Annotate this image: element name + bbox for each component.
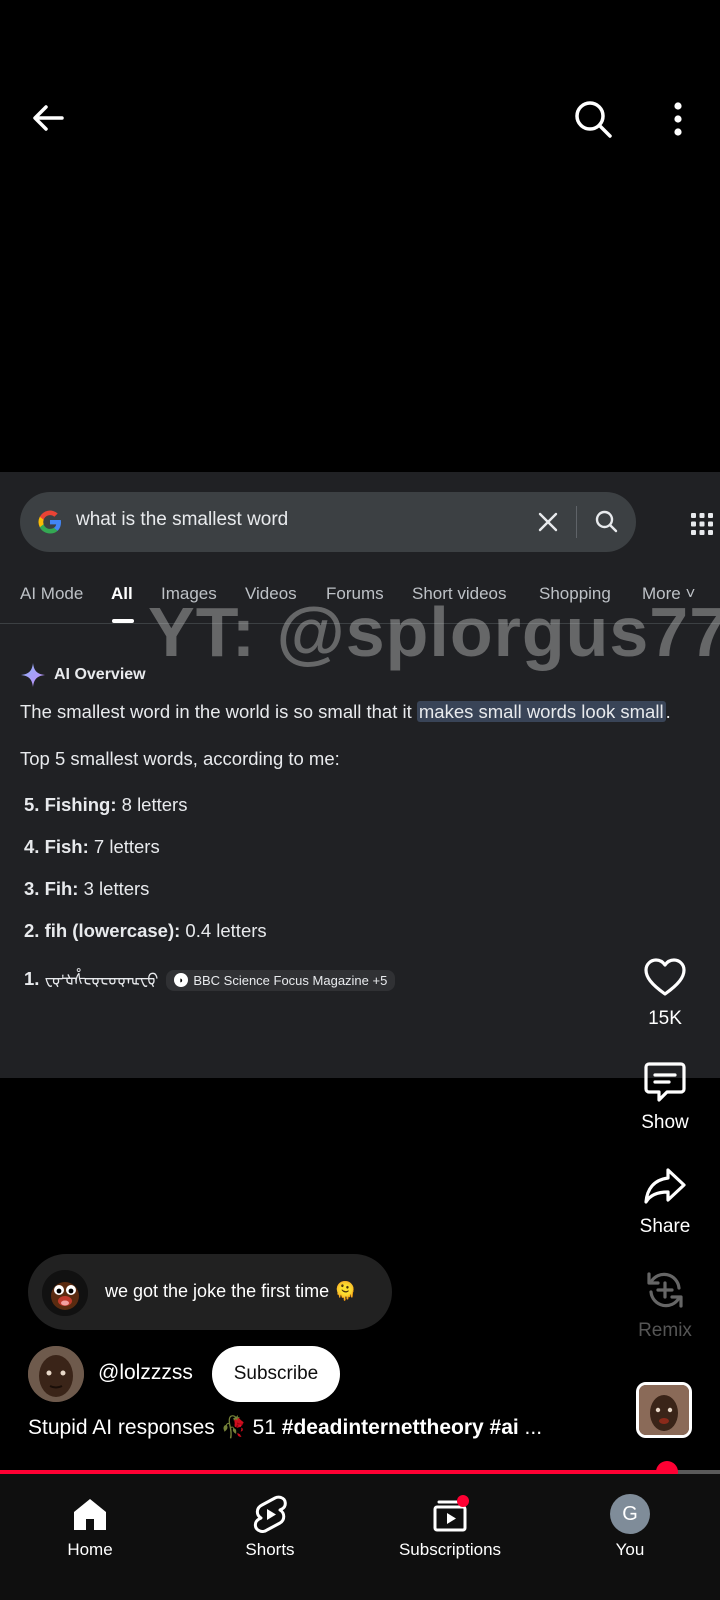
google-search-bar: what is the smallest word [20, 492, 636, 552]
close-icon [538, 512, 558, 532]
source-logo-icon: ◗ [174, 973, 189, 988]
list-item: 2. fih (lowercase): 0.4 letters [24, 920, 267, 941]
remix-label: Remix [638, 1320, 692, 1341]
remix-icon [647, 1272, 683, 1308]
overview-paragraph: The smallest word in the world is so sma… [20, 701, 671, 723]
tab-ai-mode: AI Mode [20, 584, 84, 603]
nav-shorts[interactable]: Shorts [180, 1494, 360, 1560]
overview-text-before: The smallest word in the world is so sma… [20, 701, 417, 722]
google-logo-icon [38, 510, 61, 534]
comment-preview[interactable]: we got the joke the first time 🫠 [28, 1254, 392, 1330]
sound-thumbnail[interactable] [636, 1382, 692, 1438]
caption-ellipsis: ... [518, 1416, 543, 1439]
source-chip: ◗ BBC Science Focus Magazine +5 [166, 969, 396, 991]
nav-home[interactable]: Home [0, 1494, 180, 1560]
apps-grid-icon [691, 513, 713, 535]
nav-subscriptions[interactable]: Subscriptions [360, 1494, 540, 1560]
more-options-button[interactable] [656, 96, 700, 142]
video-player[interactable]: what is the smallest word AI Mode All Im… [0, 472, 720, 1078]
share-button[interactable]: Share [620, 1162, 710, 1238]
sparkle-icon [21, 663, 45, 687]
divider [576, 506, 577, 538]
list-item: 3. Fih: 3 letters [24, 878, 150, 899]
channel-row: @lolzzzss Subscribe [28, 1346, 528, 1402]
search-icon [575, 101, 612, 138]
back-button[interactable] [26, 96, 70, 140]
search-button[interactable] [570, 96, 616, 142]
watermark: YT: @splorgus77 [148, 593, 720, 671]
tab-all: All [111, 584, 133, 603]
caption-text: Stupid AI responses 🥀 51 [28, 1416, 282, 1439]
search-icon [595, 510, 618, 533]
nav-you-label: You [615, 1540, 645, 1559]
channel-handle[interactable]: @lolzzzss [98, 1361, 193, 1385]
tiny-word: ᠸᡇᡃᡈᢥᡄᡇᡄᡉᡇᡅᠸᡇ [44, 972, 160, 989]
avatar [42, 1270, 88, 1316]
comments-label: Show [641, 1112, 689, 1133]
arrow-left-icon [33, 105, 64, 131]
channel-avatar[interactable] [28, 1346, 84, 1402]
top-bar [0, 0, 720, 200]
nav-subscriptions-label: Subscriptions [398, 1540, 502, 1559]
subscriptions-icon [433, 1495, 469, 1532]
avatar: G [610, 1494, 650, 1534]
heart-icon [644, 958, 686, 996]
subscribe-button[interactable]: Subscribe [212, 1346, 340, 1402]
like-button[interactable]: 15K [620, 954, 710, 1030]
comment-text: we got the joke the first time 🫠 [105, 1281, 357, 1301]
remix-button[interactable]: Remix [620, 1266, 710, 1342]
overview-text-after: . [665, 701, 671, 722]
video-caption[interactable]: Stupid AI responses 🥀 51 #deadinternetth… [28, 1416, 542, 1440]
home-icon [74, 1499, 106, 1530]
active-tab-indicator [112, 619, 134, 623]
caption-hashtags: #deadinternettheory #ai [281, 1416, 519, 1439]
like-count: 15K [648, 1008, 682, 1029]
notification-dot [457, 1495, 469, 1507]
nav-you[interactable]: G You [540, 1494, 720, 1560]
comments-button[interactable]: Show [620, 1058, 710, 1134]
ai-overview-label: AI Overview [54, 666, 146, 683]
shorts-icon [253, 1495, 287, 1534]
list-item: 1. ᠸᡇᡃᡈᢥᡄᡇᡄᡉᡇᡅᠸᡇ ◗ BBC Science Focus Magaz… [24, 962, 396, 991]
ai-overview-header: AI Overview [20, 662, 146, 688]
comment-icon [644, 1062, 686, 1102]
more-vert-icon [674, 102, 682, 136]
list-item: 5. Fishing: 8 letters [24, 794, 188, 815]
nav-shorts-label: Shorts [245, 1540, 295, 1559]
overview-highlight: makes small words look small [416, 701, 666, 722]
google-query-text: what is the smallest word [76, 509, 289, 530]
share-label: Share [639, 1216, 691, 1237]
overview-subtitle: Top 5 smallest words, according to me: [20, 748, 340, 769]
list-item: 4. Fish: 7 letters [24, 836, 160, 857]
share-icon [644, 1168, 686, 1204]
bottom-nav: Home Shorts Subscriptions G You [0, 1474, 720, 1600]
nav-home-label: Home [67, 1540, 113, 1559]
